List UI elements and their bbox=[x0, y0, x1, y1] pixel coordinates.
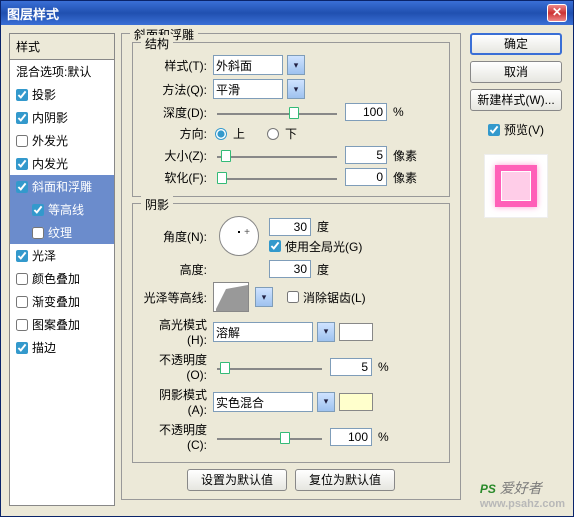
antialias-label: 消除锯齿(L) bbox=[303, 289, 366, 306]
method-combo[interactable]: 平滑 bbox=[213, 79, 283, 99]
gloss-contour-picker[interactable] bbox=[213, 282, 249, 312]
chk-drop-shadow[interactable] bbox=[16, 89, 28, 101]
right-column: 确定 取消 新建样式(W)... 预览(V) bbox=[467, 33, 565, 506]
chk-texture[interactable] bbox=[32, 227, 44, 239]
chk-outer-glow[interactable] bbox=[16, 135, 28, 147]
direction-label: 方向: bbox=[141, 125, 209, 142]
sidebar-item-contour[interactable]: 等高线 bbox=[10, 198, 114, 221]
highlight-mode-label: 高光模式(H): bbox=[141, 316, 209, 347]
highlight-color-swatch[interactable] bbox=[339, 323, 373, 341]
sidebar-item-stroke[interactable]: 描边 bbox=[10, 336, 114, 359]
shadow-opacity-label: 不透明度(C): bbox=[141, 421, 209, 452]
preview-label: 预览(V) bbox=[504, 121, 544, 138]
shadow-mode-label: 阴影模式(A): bbox=[141, 386, 209, 417]
chk-inner-glow[interactable] bbox=[16, 158, 28, 170]
sidebar-item-inner-shadow[interactable]: 内阴影 bbox=[10, 106, 114, 129]
watermark: PS 爱好者 www.psahz.com bbox=[480, 478, 565, 510]
chk-gradient-overlay[interactable] bbox=[16, 296, 28, 308]
shadow-color-swatch[interactable] bbox=[339, 393, 373, 411]
close-button[interactable]: ✕ bbox=[547, 4, 567, 22]
structure-box: 结构 样式(T): 外斜面 ▾ 方法(Q): 平滑 ▾ 深度(D): bbox=[132, 42, 450, 197]
soften-unit: 像素 bbox=[393, 169, 417, 186]
shadow-box: 阴影 角度(N): + 度 使用全局光(G) bbox=[132, 203, 450, 463]
sidebar-blend-options[interactable]: 混合选项:默认 bbox=[10, 60, 114, 83]
chk-color-overlay[interactable] bbox=[16, 273, 28, 285]
set-default-button[interactable]: 设置为默认值 bbox=[187, 469, 287, 491]
altitude-input[interactable] bbox=[269, 260, 311, 278]
highlight-opacity-slider[interactable] bbox=[217, 360, 322, 374]
sidebar-item-color-overlay[interactable]: 颜色叠加 bbox=[10, 267, 114, 290]
chk-pattern-overlay[interactable] bbox=[16, 319, 28, 331]
style-dropdown-icon[interactable]: ▾ bbox=[287, 55, 305, 75]
global-light-chk[interactable] bbox=[269, 240, 281, 252]
main-panel: 斜面和浮雕 结构 样式(T): 外斜面 ▾ 方法(Q): 平滑 ▾ 深度(D): bbox=[121, 33, 461, 506]
cancel-button[interactable]: 取消 bbox=[470, 61, 562, 83]
global-light-label: 使用全局光(G) bbox=[285, 238, 362, 255]
highlight-mode-dropdown-icon[interactable]: ▾ bbox=[317, 322, 335, 342]
sidebar-item-texture[interactable]: 纹理 bbox=[10, 221, 114, 244]
chk-inner-shadow[interactable] bbox=[16, 112, 28, 124]
style-sidebar: 样式 混合选项:默认 投影 内阴影 外发光 内发光 斜面和浮雕 等高线 纹理 光… bbox=[9, 33, 115, 506]
chk-contour[interactable] bbox=[32, 204, 44, 216]
angle-input[interactable] bbox=[269, 218, 311, 236]
highlight-opacity-label: 不透明度(O): bbox=[141, 351, 209, 382]
sidebar-item-satin[interactable]: 光泽 bbox=[10, 244, 114, 267]
altitude-unit: 度 bbox=[317, 261, 329, 278]
dir-up-radio[interactable] bbox=[215, 128, 227, 140]
shadow-opacity-input[interactable] bbox=[330, 428, 372, 446]
highlight-opacity-unit: % bbox=[378, 360, 389, 374]
titlebar: 图层样式 ✕ bbox=[1, 1, 573, 25]
preview-chk[interactable] bbox=[488, 124, 500, 136]
depth-slider[interactable] bbox=[217, 105, 337, 119]
depth-unit: % bbox=[393, 105, 404, 119]
sidebar-header: 样式 bbox=[10, 34, 114, 60]
style-combo[interactable]: 外斜面 bbox=[213, 55, 283, 75]
angle-label: 角度(N): bbox=[141, 228, 209, 245]
soften-input[interactable] bbox=[345, 168, 387, 186]
method-dropdown-icon[interactable]: ▾ bbox=[287, 79, 305, 99]
soften-label: 软化(F): bbox=[141, 169, 209, 186]
shadow-title: 阴影 bbox=[141, 196, 173, 213]
shadow-mode-dropdown-icon[interactable]: ▾ bbox=[317, 392, 335, 412]
size-unit: 像素 bbox=[393, 147, 417, 164]
sidebar-item-gradient-overlay[interactable]: 渐变叠加 bbox=[10, 290, 114, 313]
dialog-title: 图层样式 bbox=[7, 4, 59, 23]
shadow-opacity-slider[interactable] bbox=[217, 430, 322, 444]
sidebar-item-pattern-overlay[interactable]: 图案叠加 bbox=[10, 313, 114, 336]
angle-unit: 度 bbox=[317, 218, 329, 235]
preview-thumbnail bbox=[484, 154, 548, 218]
dir-down-radio[interactable] bbox=[267, 128, 279, 140]
ok-button[interactable]: 确定 bbox=[470, 33, 562, 55]
depth-input[interactable] bbox=[345, 103, 387, 121]
angle-dial[interactable]: + bbox=[219, 216, 259, 256]
size-input[interactable] bbox=[345, 146, 387, 164]
antialias-chk[interactable] bbox=[287, 291, 299, 303]
gloss-contour-dropdown-icon[interactable]: ▾ bbox=[255, 287, 273, 307]
chk-satin[interactable] bbox=[16, 250, 28, 262]
chk-stroke[interactable] bbox=[16, 342, 28, 354]
highlight-opacity-input[interactable] bbox=[330, 358, 372, 376]
shadow-opacity-unit: % bbox=[378, 430, 389, 444]
depth-label: 深度(D): bbox=[141, 104, 209, 121]
sidebar-item-bevel[interactable]: 斜面和浮雕 bbox=[10, 175, 114, 198]
highlight-mode-combo[interactable]: 溶解 bbox=[213, 322, 313, 342]
sidebar-item-inner-glow[interactable]: 内发光 bbox=[10, 152, 114, 175]
gloss-contour-label: 光泽等高线: bbox=[141, 289, 209, 306]
structure-title: 结构 bbox=[141, 35, 173, 52]
altitude-label: 高度: bbox=[141, 261, 209, 278]
layer-style-dialog: 图层样式 ✕ 样式 混合选项:默认 投影 内阴影 外发光 内发光 斜面和浮雕 等… bbox=[0, 0, 574, 517]
chk-bevel[interactable] bbox=[16, 181, 28, 193]
style-label: 样式(T): bbox=[141, 57, 209, 74]
sidebar-item-outer-glow[interactable]: 外发光 bbox=[10, 129, 114, 152]
method-label: 方法(Q): bbox=[141, 81, 209, 98]
size-slider[interactable] bbox=[217, 148, 337, 162]
shadow-mode-combo[interactable]: 实色混合 bbox=[213, 392, 313, 412]
soften-slider[interactable] bbox=[217, 170, 337, 184]
size-label: 大小(Z): bbox=[141, 147, 209, 164]
bevel-group: 斜面和浮雕 结构 样式(T): 外斜面 ▾ 方法(Q): 平滑 ▾ 深度(D): bbox=[121, 33, 461, 500]
new-style-button[interactable]: 新建样式(W)... bbox=[470, 89, 562, 111]
sidebar-item-drop-shadow[interactable]: 投影 bbox=[10, 83, 114, 106]
reset-default-button[interactable]: 复位为默认值 bbox=[295, 469, 395, 491]
